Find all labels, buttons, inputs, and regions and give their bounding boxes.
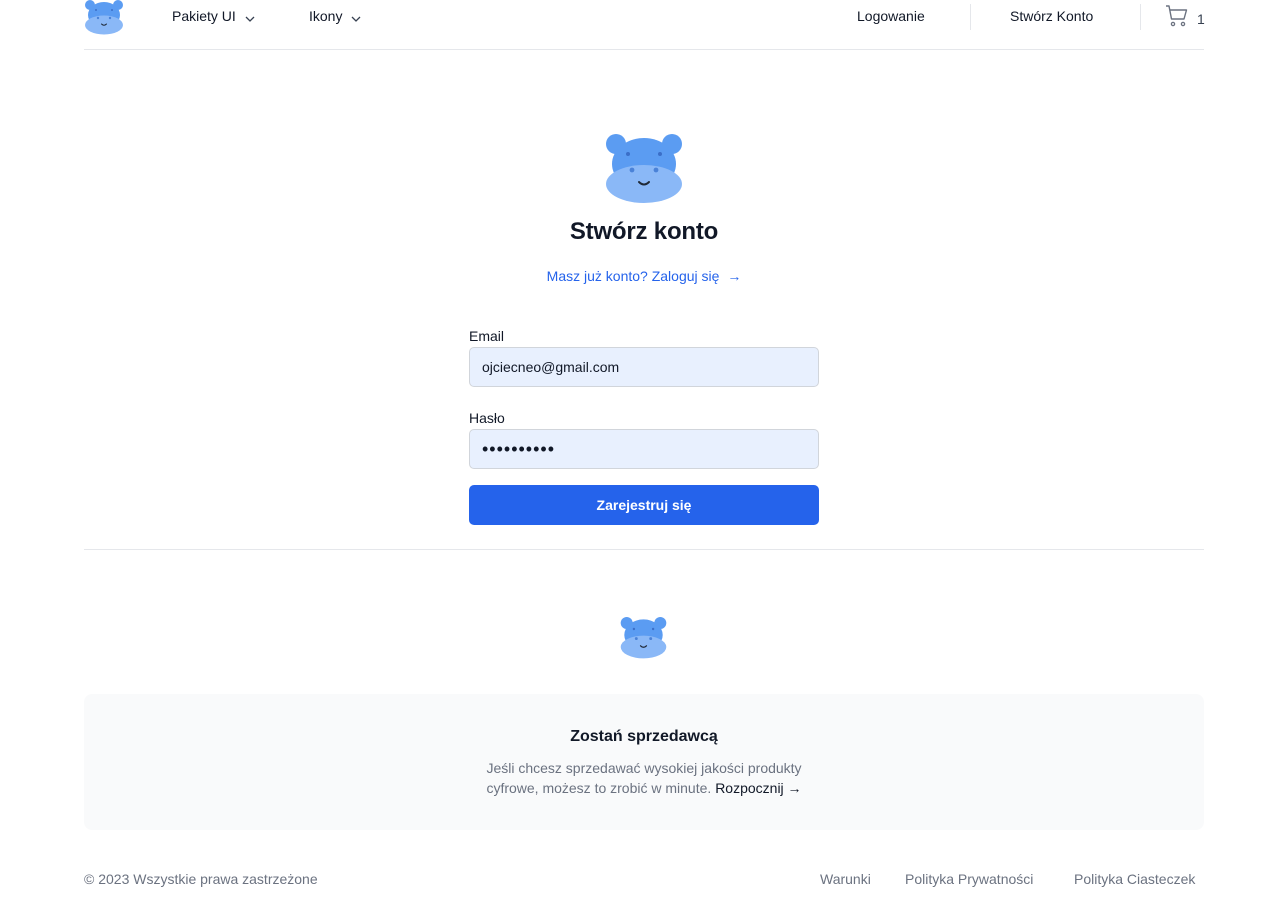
become-seller-panel: Zostań sprzedawcą Jeśli chcesz sprzedawa… — [84, 694, 1204, 830]
nav-ui-packages-label: Pakiety UI — [172, 8, 236, 24]
email-label: Email — [469, 328, 505, 344]
site-header: Pakiety UI Ikony Logowanie Stwórz Konto … — [84, 0, 1205, 50]
login-redirect-link[interactable]: Masz już konto? Zaloguj się → — [0, 268, 1261, 284]
header-divider — [970, 4, 971, 30]
copyright: © 2023 Wszystkie prawa zastrzeżone — [84, 871, 318, 887]
hippo-logo-icon — [603, 134, 685, 204]
cart-count: 1 — [1197, 10, 1205, 27]
section-divider — [84, 549, 1204, 550]
privacy-policy-link[interactable]: Polityka Prywatności — [905, 871, 1033, 887]
nav-ui-packages[interactable]: Pakiety UI — [172, 8, 255, 24]
seller-start-link[interactable]: Rozpocznij → — [715, 780, 801, 796]
password-label: Hasło — [469, 410, 505, 426]
login-link[interactable]: Logowanie — [857, 8, 925, 24]
create-account-link[interactable]: Stwórz Konto — [1010, 8, 1093, 24]
register-button[interactable]: Zarejestruj się — [469, 485, 819, 525]
login-redirect-label: Masz już konto? Zaloguj się — [546, 268, 720, 284]
terms-link[interactable]: Warunki — [820, 871, 871, 887]
hippo-logo-icon[interactable] — [84, 0, 124, 35]
page-title: Stwórz konto — [569, 218, 719, 245]
nav-icons[interactable]: Ikony — [309, 8, 361, 24]
cart-icon — [1165, 4, 1189, 33]
email-field[interactable] — [469, 347, 819, 387]
header-divider — [1140, 4, 1141, 30]
cart-button[interactable]: 1 — [1165, 4, 1205, 33]
seller-description: Jeśli chcesz sprzedawać wysokiej jakości… — [464, 758, 824, 798]
nav-icons-label: Ikony — [309, 8, 343, 24]
chevron-down-icon — [245, 11, 255, 22]
seller-title: Zostań sprzedawcą — [570, 728, 718, 745]
cookie-policy-link[interactable]: Polityka Ciasteczek — [1074, 871, 1195, 887]
password-field[interactable] — [469, 429, 819, 469]
chevron-down-icon — [351, 11, 361, 22]
arrow-right-icon: → — [727, 268, 742, 284]
hippo-logo-icon — [619, 617, 668, 659]
